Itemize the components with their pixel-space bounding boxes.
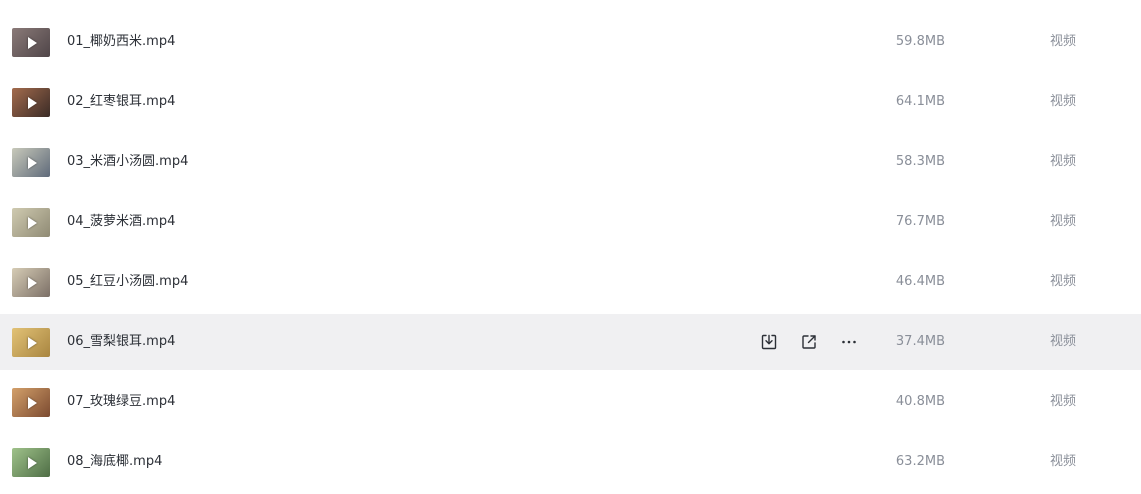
file-type: 视频 xyxy=(1050,94,1077,109)
play-icon xyxy=(28,156,37,169)
share-icon[interactable] xyxy=(798,331,820,353)
play-icon xyxy=(28,216,37,229)
file-name[interactable]: 02_红枣银耳.mp4 xyxy=(67,74,175,130)
file-row[interactable]: 06_雪梨银耳.mp4 37.4MB 视频 xyxy=(0,314,1141,370)
play-icon xyxy=(28,336,37,349)
video-thumbnail[interactable] xyxy=(12,328,50,357)
video-thumbnail[interactable] xyxy=(12,88,50,117)
file-size: 37.4MB xyxy=(895,334,945,349)
play-icon xyxy=(28,36,37,49)
file-size: 58.3MB xyxy=(895,154,945,169)
video-thumbnail[interactable] xyxy=(12,388,50,417)
file-name[interactable]: 01_椰奶西米.mp4 xyxy=(67,14,175,70)
file-name[interactable]: 03_米酒小汤圆.mp4 xyxy=(67,134,188,190)
file-name[interactable]: 06_雪梨银耳.mp4 xyxy=(67,314,175,370)
more-icon[interactable] xyxy=(838,331,860,353)
file-list: 01_椰奶西米.mp4 59.8MB 视频 02_红枣银耳.mp4 64.1MB 视频 03… xyxy=(0,0,1141,494)
file-name[interactable]: 07_玫瑰绿豆.mp4 xyxy=(67,374,175,430)
file-size: 63.2MB xyxy=(895,454,945,469)
file-type: 视频 xyxy=(1050,334,1077,349)
play-icon xyxy=(28,396,37,409)
file-row[interactable]: 02_红枣银耳.mp4 64.1MB 视频 xyxy=(0,74,1141,130)
download-icon[interactable] xyxy=(758,331,780,353)
video-thumbnail[interactable] xyxy=(12,268,50,297)
file-name[interactable]: 08_海底椰.mp4 xyxy=(67,434,162,490)
file-size: 64.1MB xyxy=(895,94,945,109)
play-icon xyxy=(28,96,37,109)
video-thumbnail[interactable] xyxy=(12,148,50,177)
file-row[interactable]: 08_海底椰.mp4 63.2MB 视频 xyxy=(0,434,1141,490)
file-size: 76.7MB xyxy=(895,214,945,229)
file-type: 视频 xyxy=(1050,454,1077,469)
file-row[interactable]: 05_红豆小汤圆.mp4 46.4MB 视频 xyxy=(0,254,1141,310)
play-icon xyxy=(28,456,37,469)
file-row[interactable]: 07_玫瑰绿豆.mp4 40.8MB 视频 xyxy=(0,374,1141,430)
play-icon xyxy=(28,276,37,289)
file-size: 59.8MB xyxy=(895,34,945,49)
row-actions xyxy=(758,331,860,353)
file-size: 40.8MB xyxy=(895,394,945,409)
video-thumbnail[interactable] xyxy=(12,208,50,237)
file-row[interactable]: 03_米酒小汤圆.mp4 58.3MB 视频 xyxy=(0,134,1141,190)
file-type: 视频 xyxy=(1050,214,1077,229)
file-type: 视频 xyxy=(1050,34,1077,49)
file-type: 视频 xyxy=(1050,394,1077,409)
file-name[interactable]: 05_红豆小汤圆.mp4 xyxy=(67,254,188,310)
file-size: 46.4MB xyxy=(895,274,945,289)
file-type: 视频 xyxy=(1050,274,1077,289)
file-name[interactable]: 04_菠萝米酒.mp4 xyxy=(67,194,175,250)
file-row[interactable]: 04_菠萝米酒.mp4 76.7MB 视频 xyxy=(0,194,1141,250)
video-thumbnail[interactable] xyxy=(12,448,50,477)
file-type: 视频 xyxy=(1050,154,1077,169)
file-row[interactable]: 01_椰奶西米.mp4 59.8MB 视频 xyxy=(0,14,1141,70)
video-thumbnail[interactable] xyxy=(12,28,50,57)
